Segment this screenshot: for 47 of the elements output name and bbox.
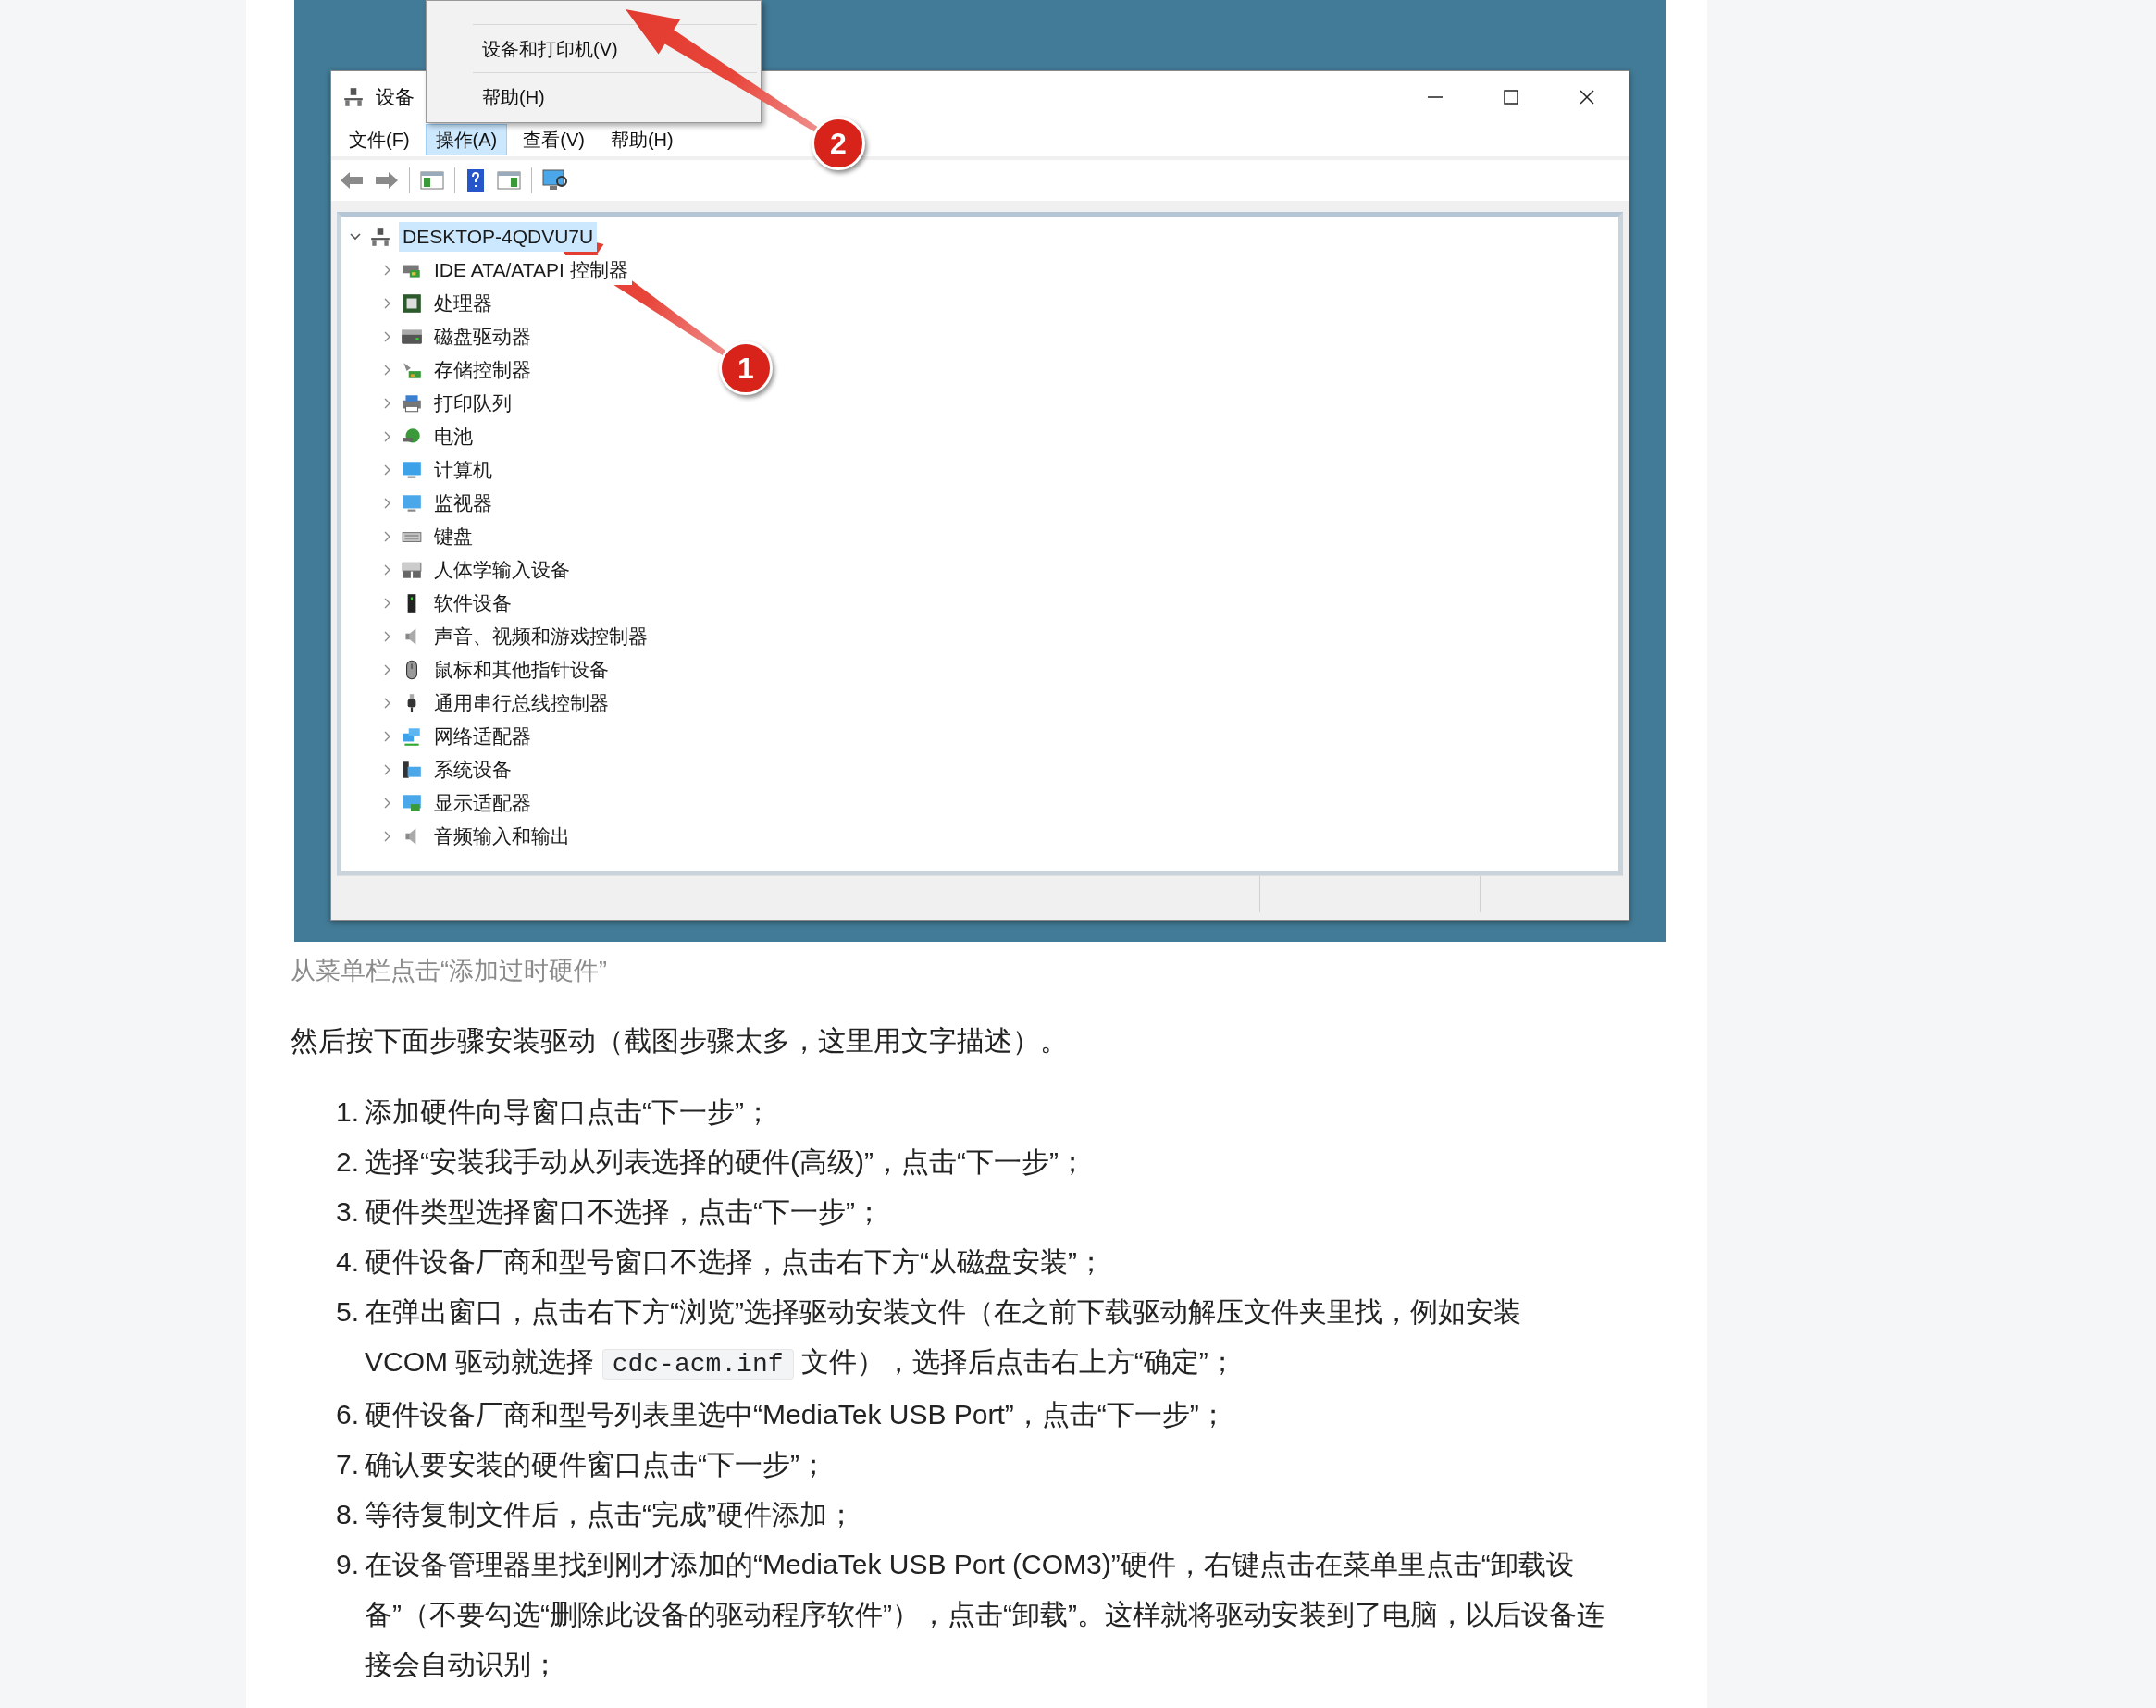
menu-item[interactable]: 帮助(H)	[600, 124, 684, 155]
help-icon[interactable]	[465, 168, 487, 192]
tree-pane-icon[interactable]	[419, 169, 445, 192]
list-item: 等待复制文件后，点击“完成”硬件添加；	[365, 1498, 856, 1531]
computer-icon	[401, 459, 423, 481]
context-menu-item[interactable]: 设备和打印机(V)	[427, 25, 761, 72]
list-number: 2.	[334, 1145, 360, 1179]
details-pane-icon[interactable]	[496, 169, 522, 192]
menu-item[interactable]: 操作(A)	[425, 124, 508, 155]
computer-tree-icon	[342, 86, 365, 108]
minimize-icon	[1427, 95, 1444, 99]
inline-code: cdc-acm.inf	[601, 1349, 794, 1380]
forward-arrow-icon[interactable]	[374, 169, 400, 192]
network-icon	[401, 725, 423, 748]
back-arrow-icon[interactable]	[339, 169, 365, 192]
list-item: 在弹出窗口，点击右下方“浏览”选择驱动安装文件（在之前下载驱动解压文件夹里找，例如安装 VCOM 驱动就选择 cdc-acm.inf 文件），选择后点击右上方“确定”；	[365, 1295, 1522, 1381]
printer-icon	[401, 392, 423, 415]
list-number: 1.	[334, 1095, 360, 1129]
list-number: 9.	[334, 1548, 360, 1581]
list-number: 5.	[334, 1295, 360, 1329]
monitor-icon	[401, 492, 423, 514]
list-number: 7.	[334, 1448, 360, 1481]
list-item: 硬件类型选择窗口不选择，点击“下一步”；	[365, 1195, 884, 1229]
close-icon	[1579, 89, 1595, 105]
list-item: 硬件设备厂商和型号列表里选中“MediaTek USB Port”，点击“下一步”；	[365, 1398, 1228, 1431]
menu-item[interactable]: 文件(F)	[339, 124, 420, 155]
menu-item[interactable]: 查看(V)	[513, 124, 595, 155]
system-icon	[401, 759, 423, 781]
list-number: 4.	[334, 1245, 360, 1279]
list-item: 添加硬件向导窗口点击“下一步”；	[365, 1095, 773, 1129]
list-number: 6.	[334, 1398, 360, 1431]
context-menu-item[interactable]: 帮助(H)	[427, 73, 761, 120]
computer-tree-icon	[369, 226, 391, 248]
display-card-icon	[401, 792, 423, 814]
window-title: 设备	[376, 85, 415, 110]
list-item: 选择“安装我手动从列表选择的硬件(高级)”，点击“下一步”；	[365, 1145, 1087, 1179]
maximize-icon	[1503, 89, 1519, 105]
list-item: 在设备管理器里找到刚才添加的“MediaTek USB Port (COM3)”硬件，右键点击在菜单里点击“卸载设备”（不要勾选“删除此设备的驱动程序软件”），点击“卸载”。这样就将驱动安装到了电脑，以后设备连接会自动识别；	[365, 1548, 1605, 1681]
paragraph: 然后按下面步骤安装驱动（截图步骤太多，这里用文字描述）。	[291, 1024, 1068, 1058]
tree-item[interactable]: DESKTOP-4QDVU7U	[399, 222, 598, 252]
list-item: 确认要安装的硬件窗口点击“下一步”；	[365, 1448, 828, 1481]
chip-icon	[401, 292, 423, 315]
list-number: 3.	[334, 1195, 360, 1229]
image-caption: 从菜单栏点击“添加过时硬件”	[291, 956, 607, 986]
list-item: 硬件设备厂商和型号窗口不选择，点击右下方“从磁盘安装”；	[365, 1245, 1106, 1279]
list-number: 8.	[334, 1498, 360, 1531]
monitor-scan-icon[interactable]	[541, 168, 569, 192]
